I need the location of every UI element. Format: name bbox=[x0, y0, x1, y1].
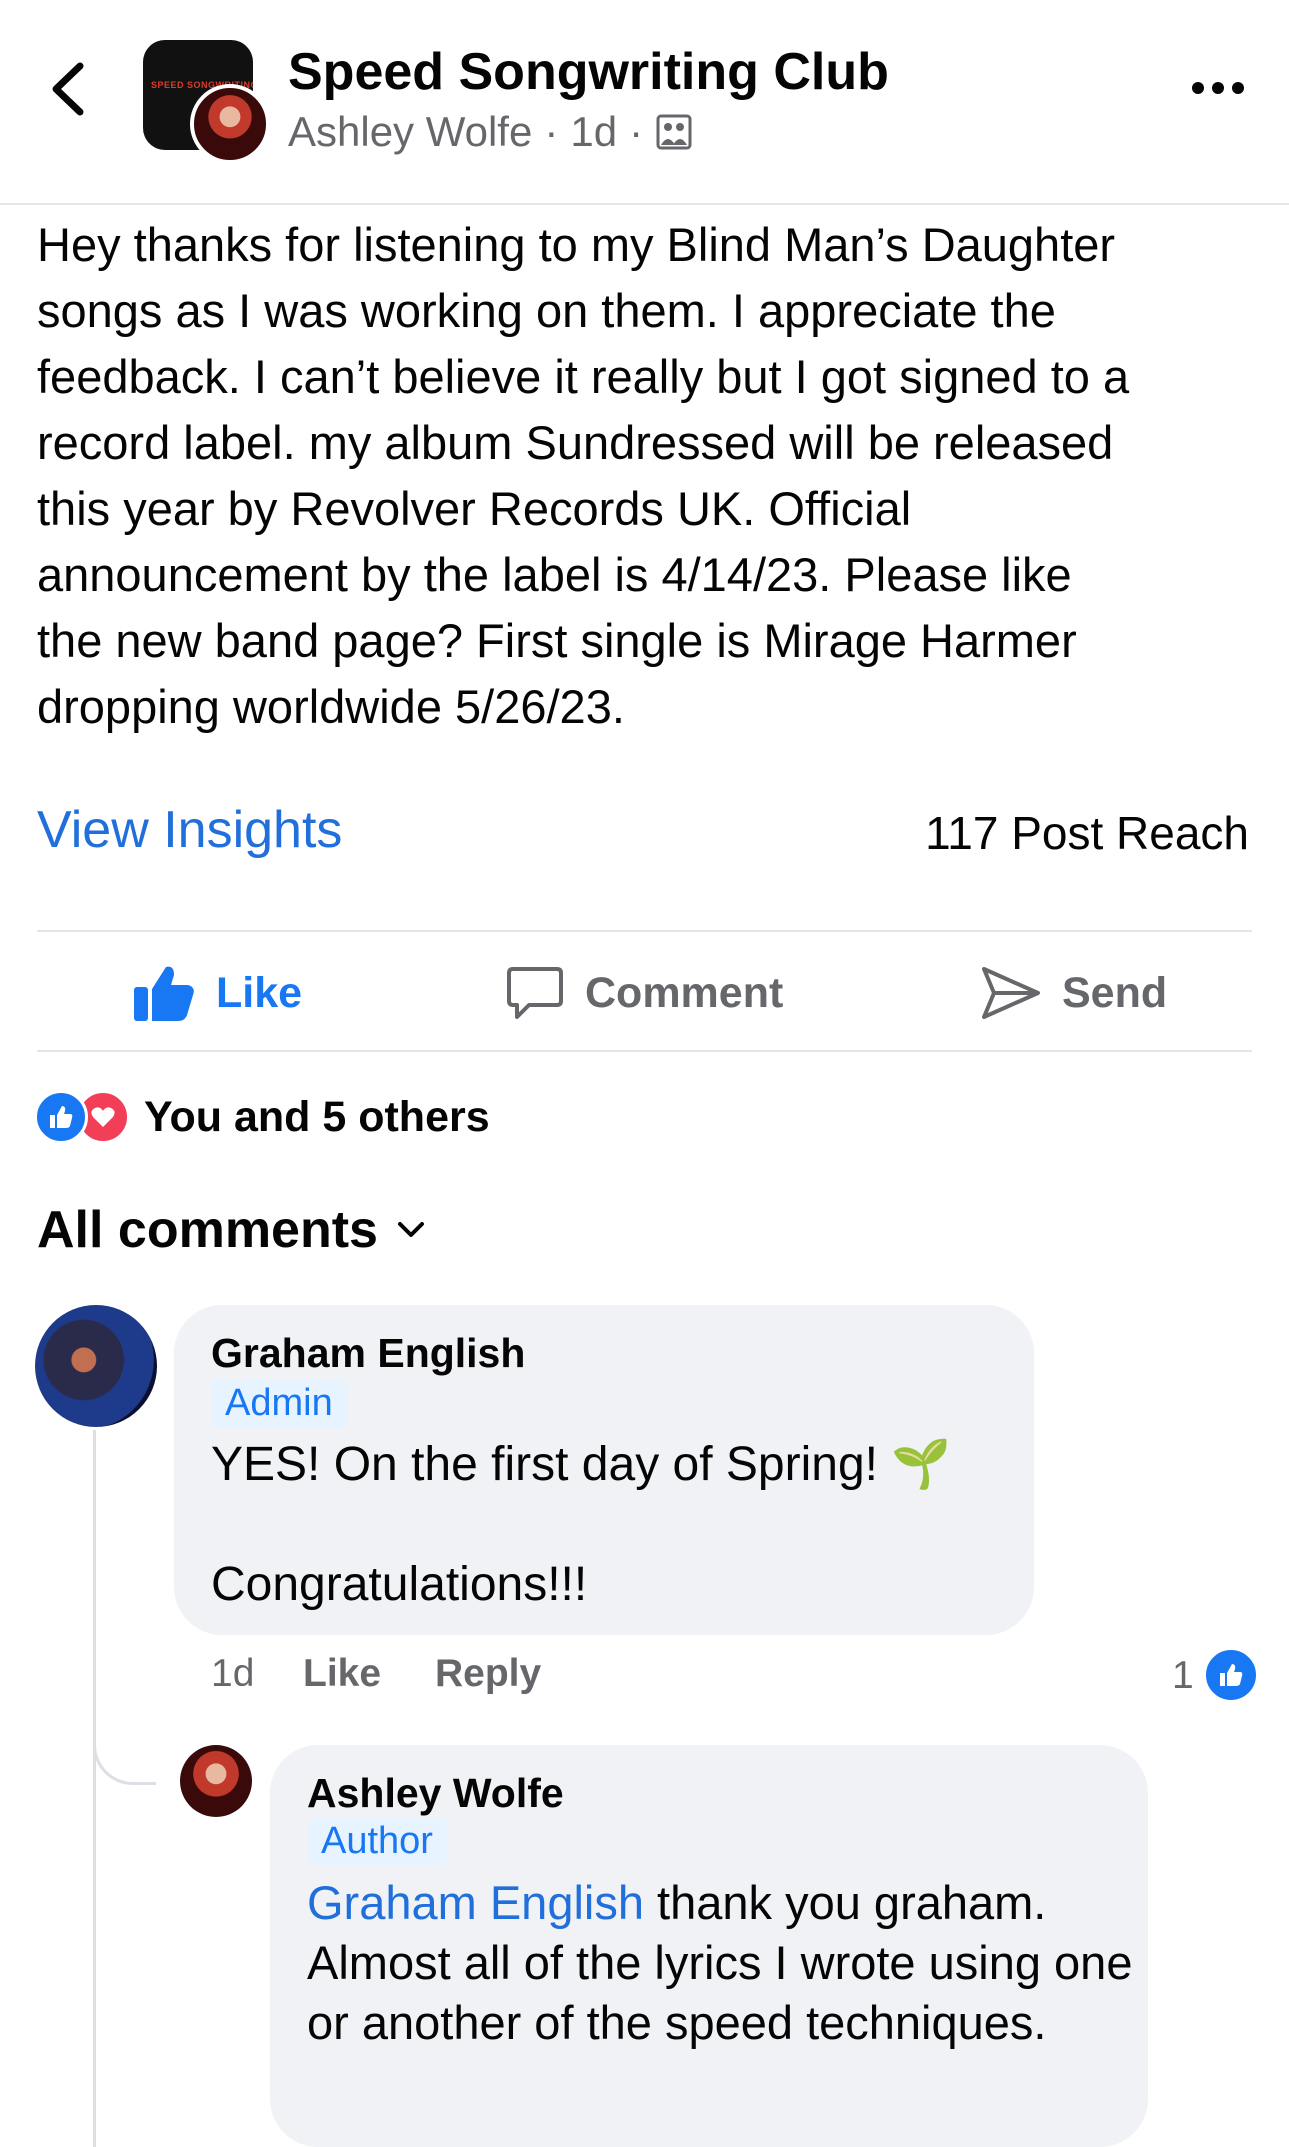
action-bar-divider bbox=[37, 1050, 1252, 1052]
post-reach: 117 Post Reach bbox=[925, 807, 1249, 859]
comment-reaction-count[interactable]: 1 bbox=[1172, 1654, 1194, 1698]
like-label: Like bbox=[216, 968, 303, 1017]
comments-filter-label: All comments bbox=[37, 1201, 378, 1259]
like-button[interactable]: Like bbox=[132, 958, 302, 1028]
send-icon bbox=[982, 967, 1040, 1019]
chevron-left-icon bbox=[52, 62, 84, 116]
chevron-down-icon bbox=[397, 1222, 424, 1237]
send-button[interactable]: Send bbox=[980, 958, 1167, 1028]
meta-separator: · bbox=[629, 108, 644, 155]
author-badge: Author bbox=[307, 1818, 447, 1865]
comment-text: YES! On the first day of Spring! 🌱 Congr… bbox=[211, 1438, 952, 1611]
back-button[interactable] bbox=[44, 58, 96, 120]
post-time[interactable]: 1d bbox=[570, 108, 617, 156]
thread-connector bbox=[93, 1700, 156, 1785]
avatar[interactable] bbox=[35, 1305, 157, 1427]
like-reaction-icon[interactable] bbox=[1203, 1647, 1259, 1703]
comment-text: Graham English thank you graham. Almost … bbox=[307, 1873, 1137, 2053]
reactions-summary-text: You and 5 others bbox=[144, 1092, 490, 1141]
reactions-summary[interactable]: You and 5 others bbox=[34, 1090, 490, 1144]
admin-badge: Admin bbox=[211, 1380, 347, 1427]
send-label: Send bbox=[1062, 968, 1168, 1017]
more-options-button[interactable] bbox=[1188, 70, 1248, 106]
comment-author-name[interactable]: Ashley Wolfe bbox=[307, 1770, 564, 1817]
header-divider bbox=[0, 203, 1289, 205]
group-name[interactable]: Speed Songwriting Club bbox=[288, 42, 889, 102]
comment-button[interactable]: Comment bbox=[505, 958, 783, 1028]
comment-reply-button[interactable]: Reply bbox=[435, 1652, 541, 1696]
meta-separator: · bbox=[544, 108, 559, 155]
comments-filter-dropdown[interactable]: All comments bbox=[37, 1200, 426, 1260]
thumbs-up-icon bbox=[134, 966, 194, 1021]
post-text: Hey thanks for listening to my Blind Man… bbox=[37, 218, 1130, 733]
action-bar-divider bbox=[37, 930, 1252, 932]
group-audience-icon bbox=[656, 114, 692, 150]
more-horizontal-icon bbox=[1192, 82, 1244, 94]
comment-like-button[interactable]: Like bbox=[303, 1652, 381, 1696]
mention-link[interactable]: Graham English bbox=[307, 1876, 644, 1929]
thread-line bbox=[93, 1430, 96, 2147]
comment-label: Comment bbox=[585, 968, 784, 1017]
comment-time: 1d bbox=[211, 1652, 255, 1695]
avatar[interactable] bbox=[180, 1745, 252, 1817]
comment-author-name[interactable]: Graham English bbox=[211, 1330, 525, 1377]
like-reaction-icon bbox=[34, 1090, 88, 1144]
post-meta: Ashley Wolfe · 1d · bbox=[288, 108, 693, 156]
post-author[interactable]: Ashley Wolfe bbox=[288, 108, 532, 156]
author-avatar[interactable] bbox=[190, 84, 270, 164]
comment-icon bbox=[507, 967, 563, 1019]
view-insights-link[interactable]: View Insights bbox=[37, 800, 342, 860]
